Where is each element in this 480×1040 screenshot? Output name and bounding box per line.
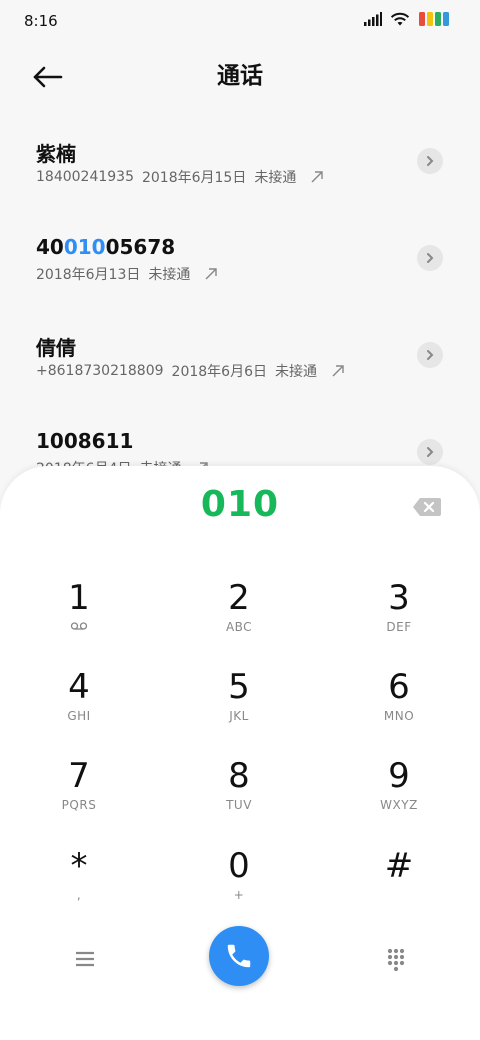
- key-digit: 2: [228, 578, 250, 618]
- call-list: 紫楠 18400241935 2018年6月15日 未接通 4001005678: [0, 110, 480, 498]
- contact-name: 紫楠: [36, 138, 76, 167]
- detail-button[interactable]: [417, 148, 443, 174]
- key-letters: +: [233, 888, 245, 902]
- dialpad-sheet: 010 1 2 ABC 3 DEF 4 GHI 5 JKL 6 MNO 7 PQ…: [0, 466, 480, 1040]
- key-5[interactable]: 5 JKL: [179, 667, 299, 747]
- key-digit: 5: [228, 667, 250, 707]
- key-2[interactable]: 2 ABC: [179, 578, 299, 658]
- phone-number: 18400241935: [36, 169, 134, 185]
- detail-button[interactable]: [417, 342, 443, 368]
- dialpad-toggle-button[interactable]: [381, 944, 411, 974]
- phone-icon: [227, 944, 251, 968]
- call-button[interactable]: [209, 926, 269, 986]
- key-letters: JKL: [229, 709, 249, 723]
- key-4[interactable]: 4 GHI: [19, 667, 139, 747]
- status-icons: [364, 11, 450, 27]
- call-item[interactable]: 4001005678 2018年6月13日 未接通: [0, 207, 480, 304]
- bottom-bar: [0, 920, 480, 1000]
- key-letters: PQRS: [61, 798, 97, 812]
- key-letters: ,: [76, 888, 82, 902]
- call-status: 未接通: [148, 267, 191, 283]
- key-letters: [19, 620, 139, 634]
- chevron-right-icon: [427, 156, 434, 166]
- name-text: 紫楠: [36, 142, 76, 166]
- key-6[interactable]: 6 MNO: [339, 667, 459, 747]
- contact-name: 4001005678: [36, 235, 175, 259]
- contact-name: 倩倩: [36, 332, 76, 361]
- detail-button[interactable]: [417, 439, 443, 465]
- chevron-right-icon: [427, 447, 434, 457]
- backspace-icon: [413, 498, 441, 516]
- key-digit: 4: [68, 667, 90, 707]
- key-letters: ABC: [225, 620, 253, 634]
- call-date: 2018年6月15日: [141, 170, 247, 186]
- chevron-right-icon: [427, 253, 434, 263]
- key-digit: 1: [68, 578, 90, 618]
- battery-icon: [419, 12, 449, 26]
- contact-name: 1008611: [36, 429, 133, 453]
- key-0[interactable]: 0 +: [179, 846, 299, 926]
- key-digit: 7: [68, 756, 90, 796]
- call-item[interactable]: 紫楠 18400241935 2018年6月15日 未接通: [0, 110, 480, 207]
- phone-screen: 8:16 通话 紫楠 18400241935 2018年6月15日 未接通 40…: [0, 0, 480, 1040]
- dialpad-grid-icon: [387, 948, 405, 972]
- key-letters: GHI: [67, 709, 91, 723]
- phone-number: +8618730218809: [36, 363, 164, 379]
- key-star[interactable]: * ,: [19, 846, 139, 926]
- key-letters: TUV: [226, 798, 252, 812]
- chevron-right-icon: [427, 350, 434, 360]
- name-text: 1008611: [36, 429, 134, 453]
- key-1[interactable]: 1: [19, 578, 139, 658]
- key-letters: MNO: [383, 709, 415, 723]
- key-digit: 0: [228, 846, 250, 886]
- backspace-button[interactable]: [412, 496, 442, 518]
- key-3[interactable]: 3 DEF: [339, 578, 459, 658]
- key-hash[interactable]: #: [339, 846, 459, 926]
- outgoing-call-icon: [311, 171, 324, 183]
- menu-button[interactable]: [70, 944, 100, 974]
- call-detail: 2018年6月13日 未接通: [36, 264, 218, 284]
- page-title: 通话: [217, 63, 263, 89]
- key-9[interactable]: 9 WXYZ: [339, 756, 459, 836]
- key-digit: #: [384, 846, 414, 886]
- call-item[interactable]: 倩倩 +8618730218809 2018年6月6日 未接通: [0, 304, 480, 401]
- key-digit: 9: [388, 756, 410, 796]
- outgoing-call-icon: [205, 268, 218, 280]
- key-letters: WXYZ: [380, 798, 418, 812]
- wifi-icon: [390, 12, 410, 25]
- key-digit: *: [70, 846, 88, 886]
- call-status: 未接通: [274, 364, 317, 380]
- dialed-number: 010: [200, 484, 280, 525]
- key-8[interactable]: 8 TUV: [179, 756, 299, 836]
- call-status: 未接通: [254, 170, 297, 186]
- name-text: 倩倩: [36, 336, 76, 360]
- key-7[interactable]: 7 PQRS: [19, 756, 139, 836]
- name-suffix: 05678: [105, 235, 176, 259]
- outgoing-call-icon: [332, 365, 344, 377]
- signal-icon: [364, 12, 382, 26]
- header: 通话: [0, 44, 480, 100]
- detail-button[interactable]: [417, 245, 443, 271]
- call-detail: +8618730218809 2018年6月6日 未接通: [36, 361, 345, 381]
- call-date: 2018年6月13日: [36, 267, 141, 283]
- status-time: 8:16: [24, 12, 58, 30]
- voicemail-icon: [70, 622, 88, 630]
- key-digit: 8: [228, 756, 250, 796]
- key-digit: 3: [388, 578, 410, 618]
- name-prefix: 40: [36, 235, 64, 259]
- name-match-highlight: 010: [63, 235, 106, 259]
- call-detail: 18400241935 2018年6月15日 未接通: [36, 167, 324, 187]
- status-bar: 8:16: [0, 0, 480, 40]
- menu-icon: [76, 951, 94, 967]
- key-digit: 6: [388, 667, 410, 707]
- key-letters: DEF: [386, 620, 412, 634]
- call-date: 2018年6月6日: [171, 364, 267, 380]
